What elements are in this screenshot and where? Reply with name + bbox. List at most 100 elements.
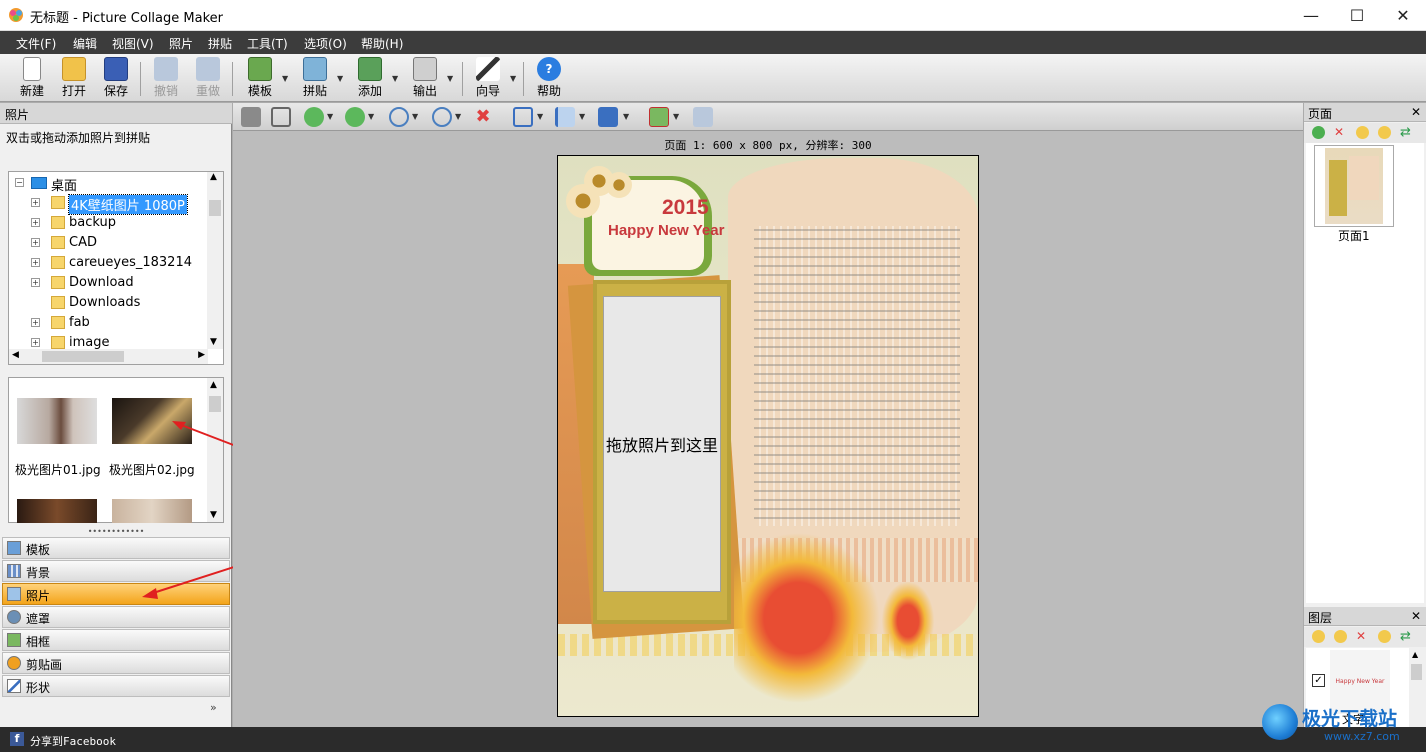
collage-page[interactable]: 拖放照片到这里 2015 Happy New Year (557, 155, 979, 717)
scroll-thumb[interactable] (209, 396, 221, 412)
layer-property-icon[interactable] (1378, 630, 1391, 643)
output-button[interactable]: 输出 (411, 57, 439, 101)
help-button[interactable]: ? 帮助 (535, 57, 563, 101)
photo-drop-zone[interactable]: 拖放照片到这里 (603, 296, 721, 592)
tree-item[interactable]: + CAD (9, 233, 209, 253)
delete-page-icon[interactable]: ✕ (1334, 126, 1347, 139)
crop-icon[interactable] (271, 107, 291, 127)
photo-thumbnail-04[interactable] (112, 499, 192, 523)
tree-item[interactable]: + backup (9, 213, 209, 233)
page-thumbnail[interactable] (1314, 145, 1394, 227)
dropdown-icon[interactable]: ▼ (368, 112, 374, 121)
undo-button[interactable]: 撤销 (152, 57, 180, 101)
scroll-thumb[interactable] (209, 200, 221, 216)
collapse-icon[interactable]: − (15, 178, 24, 187)
photo-thumbnails[interactable]: 极光图片01.jpg 极光图片02.jpg ▲ ▼ (8, 377, 224, 523)
tree-item-desktop[interactable]: − 桌面 (9, 173, 209, 194)
scroll-down-icon[interactable]: ▼ (210, 510, 217, 520)
person-icon[interactable] (241, 107, 261, 127)
menu-edit[interactable]: 编辑 (73, 35, 97, 52)
close-icon[interactable]: ✕ (1411, 105, 1421, 119)
tree-item[interactable]: + image (9, 333, 209, 349)
menu-collage[interactable]: 拼贴 (208, 35, 232, 52)
align-left-icon[interactable] (555, 107, 575, 127)
close-button[interactable]: ✕ (1380, 0, 1426, 31)
expand-icon[interactable]: + (31, 218, 40, 227)
menu-view[interactable]: 视图(V) (112, 35, 154, 52)
expand-icon[interactable]: + (31, 238, 40, 247)
photo-thumbnail-03[interactable] (17, 499, 97, 523)
swap-icon[interactable]: ⇄ (1400, 630, 1413, 643)
effects-icon[interactable] (649, 107, 669, 127)
tree-item[interactable]: Downloads (9, 293, 209, 313)
minimize-button[interactable]: — (1288, 0, 1334, 31)
dropdown-icon[interactable]: ▼ (412, 112, 418, 121)
rotate-right-icon[interactable] (389, 107, 409, 127)
scroll-down-icon[interactable]: ▼ (210, 337, 217, 347)
dropdown-icon[interactable]: ▼ (455, 112, 461, 121)
properties-icon[interactable] (693, 107, 713, 127)
share-facebook-link[interactable]: 分享到Facebook (30, 733, 116, 749)
dropdown-icon[interactable]: ▼ (673, 112, 679, 121)
template-button[interactable]: 模板 (246, 57, 274, 101)
category-mask[interactable]: 遮罩 (2, 606, 230, 628)
move-down-icon[interactable] (345, 107, 365, 127)
layer-up-icon[interactable] (1312, 630, 1325, 643)
redo-button[interactable]: 重做 (194, 57, 222, 101)
layer-down-icon[interactable] (1334, 630, 1347, 643)
layer-visible-checkbox[interactable]: ✓ (1312, 674, 1325, 687)
folder-tree[interactable]: − 桌面 + 4K壁纸图片 1080P + backup + CAD + car… (8, 171, 224, 365)
dropdown-icon[interactable]: ▼ (327, 112, 333, 121)
tree-horizontal-scrollbar[interactable]: ◀ ▶ (9, 349, 208, 364)
add-dropdown-icon[interactable]: ▼ (392, 74, 398, 83)
expand-more-icon[interactable]: » (210, 701, 217, 714)
swap-icon[interactable]: ⇄ (1400, 126, 1413, 139)
wizard-dropdown-icon[interactable]: ▼ (510, 74, 516, 83)
expand-icon[interactable]: + (31, 198, 40, 207)
expand-icon[interactable]: + (31, 258, 40, 267)
maximize-button[interactable]: ☐ (1334, 0, 1380, 31)
category-frame[interactable]: 相框 (2, 629, 230, 651)
category-shape[interactable]: 形状 (2, 675, 230, 697)
photo-thumbnail-01[interactable] (17, 398, 97, 444)
menu-options[interactable]: 选项(O) (304, 35, 347, 52)
tree-item[interactable]: + fab (9, 313, 209, 333)
scroll-up-icon[interactable]: ▲ (210, 380, 217, 390)
add-page-icon[interactable] (1312, 126, 1325, 139)
delete-icon[interactable]: ✖ (473, 107, 493, 127)
output-dropdown-icon[interactable]: ▼ (447, 74, 453, 83)
dropdown-icon[interactable]: ▼ (579, 112, 585, 121)
menu-help[interactable]: 帮助(H) (361, 35, 403, 52)
rotate-left-icon[interactable] (432, 107, 452, 127)
close-icon[interactable]: ✕ (1411, 609, 1421, 623)
move-up-icon[interactable] (304, 107, 324, 127)
dropdown-icon[interactable]: ▼ (623, 112, 629, 121)
expand-icon[interactable]: + (31, 338, 40, 347)
move-page-up-icon[interactable] (1356, 126, 1369, 139)
scroll-right-icon[interactable]: ▶ (198, 350, 205, 360)
distribute-icon[interactable] (598, 107, 618, 127)
scroll-left-icon[interactable]: ◀ (12, 350, 19, 360)
panel-splitter[interactable]: •••••••••••• (0, 528, 232, 537)
thumbnails-scrollbar[interactable]: ▲ ▼ (207, 378, 223, 522)
collage-dropdown-icon[interactable]: ▼ (337, 74, 343, 83)
add-button[interactable]: 添加 (356, 57, 384, 101)
tree-item[interactable]: + careueyes_183214 (9, 253, 209, 273)
category-clipart[interactable]: 剪贴画 (2, 652, 230, 674)
menu-file[interactable]: 文件(F) (16, 35, 56, 52)
new-button[interactable]: 新建 (18, 57, 46, 101)
open-button[interactable]: 打开 (60, 57, 88, 101)
move-page-down-icon[interactable] (1378, 126, 1391, 139)
facebook-icon[interactable]: f (10, 732, 24, 746)
tree-item[interactable]: + 4K壁纸图片 1080P (9, 193, 209, 215)
menu-photo[interactable]: 照片 (169, 35, 193, 52)
save-button[interactable]: 保存 (102, 57, 130, 101)
align-center-icon[interactable] (513, 107, 533, 127)
menu-tools[interactable]: 工具(T) (247, 35, 288, 52)
collage-button[interactable]: 拼贴 (301, 57, 329, 101)
delete-layer-icon[interactable]: ✕ (1356, 630, 1369, 643)
wizard-button[interactable]: 向导 (474, 57, 502, 101)
scroll-up-icon[interactable]: ▲ (210, 172, 217, 182)
tree-item[interactable]: + Download (9, 273, 209, 293)
tree-vertical-scrollbar[interactable]: ▲ ▼ (207, 172, 223, 349)
